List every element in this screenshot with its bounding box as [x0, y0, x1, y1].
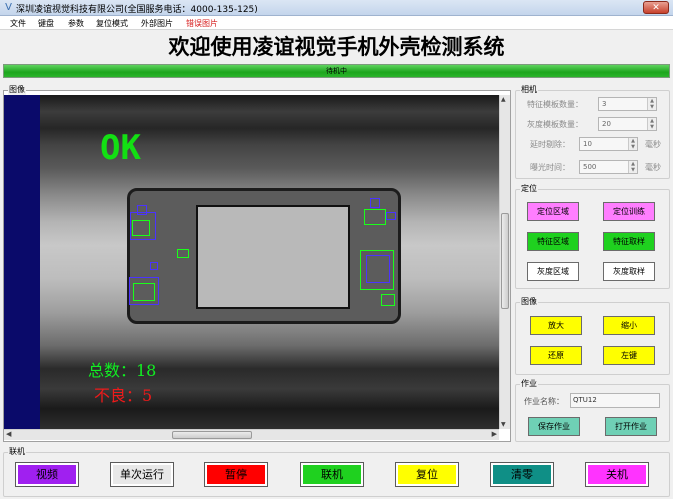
camera-panel-label: 相机: [520, 84, 538, 95]
reset-button[interactable]: 复位: [395, 462, 459, 487]
delay-reject-label: 延时剔除：: [530, 140, 570, 149]
delay-reject-input[interactable]: 10 ▲ ▼: [579, 137, 638, 151]
single-run-button[interactable]: 单次运行: [110, 462, 174, 487]
total-count: 总数：18: [88, 361, 157, 380]
menu-bar: 文件 键盘 参数 复位模式 外部图片 错误图片: [0, 16, 673, 30]
save-job-button[interactable]: 保存作业: [528, 417, 580, 436]
gray-region-button[interactable]: 灰度区域: [527, 262, 579, 281]
zoom-out-button[interactable]: 缩小: [603, 316, 655, 335]
locate-region-button[interactable]: 定位区域: [527, 202, 579, 221]
gray-template-count-input[interactable]: 20 ▲ ▼: [598, 117, 657, 131]
left-key-button[interactable]: 左键: [603, 346, 655, 365]
feature-template-count-value: 3: [602, 100, 607, 108]
scroll-up-icon[interactable]: ▲: [501, 96, 506, 103]
online-panel-label: 联机: [8, 446, 26, 457]
menu-error-images[interactable]: 错误图片: [186, 18, 218, 29]
zoom-in-button[interactable]: 放大: [530, 316, 582, 335]
locate-train-button[interactable]: 定位训练: [603, 202, 655, 221]
image-group-label: 图像: [8, 84, 26, 95]
detection-box: [364, 209, 386, 225]
detection-box: [129, 277, 159, 305]
feature-sample-button[interactable]: 特征取样: [603, 232, 655, 251]
clear-button[interactable]: 清零: [490, 462, 554, 487]
app-icon: V: [5, 2, 12, 13]
detection-box: [370, 198, 380, 208]
delay-unit: 毫秒: [645, 140, 661, 149]
exposure-time-value: 500: [583, 163, 597, 171]
inspection-result: OK: [100, 128, 141, 168]
spin-arrows-icon[interactable]: ▲ ▼: [628, 138, 637, 150]
menu-params[interactable]: 参数: [68, 18, 84, 29]
window-title: 深圳凌谊视觉科技有限公司(全国服务电话：4000-135-125): [16, 5, 258, 15]
menu-keyboard[interactable]: 键盘: [38, 18, 54, 29]
scroll-down-icon[interactable]: ▼: [501, 421, 506, 428]
spin-arrows-icon[interactable]: ▲ ▼: [647, 98, 656, 110]
bad-count: 不良：5: [94, 386, 153, 405]
spin-arrows-icon[interactable]: ▲ ▼: [647, 118, 656, 130]
online-button[interactable]: 联机: [300, 462, 364, 487]
video-button[interactable]: 视频: [15, 462, 79, 487]
page-title: 欢迎使用凌谊视觉手机外壳检测系统: [168, 34, 505, 59]
shutdown-button[interactable]: 关机: [585, 462, 649, 487]
image-ops-panel-label: 图像: [520, 296, 538, 307]
open-job-button[interactable]: 打开作业: [605, 417, 657, 436]
locate-panel-label: 定位: [520, 183, 538, 194]
scroll-right-icon[interactable]: ▶: [492, 430, 497, 438]
job-name-label: 作业名称：: [524, 397, 564, 406]
detection-box: [366, 255, 390, 283]
feature-template-count-input[interactable]: 3 ▲ ▼: [598, 97, 657, 111]
job-panel-label: 作业: [520, 378, 538, 389]
horizontal-scroll-thumb[interactable]: [172, 431, 252, 439]
close-button[interactable]: ✕: [643, 1, 669, 14]
vertical-scrollbar[interactable]: ▲ ▼: [499, 95, 510, 429]
menu-file[interactable]: 文件: [10, 18, 26, 29]
menu-external-images[interactable]: 外部图片: [141, 18, 173, 29]
detection-box: [177, 249, 189, 258]
feature-template-count-label: 特征模板数量：: [527, 100, 583, 109]
vertical-scroll-thumb[interactable]: [501, 213, 509, 309]
pause-button[interactable]: 暂停: [204, 462, 268, 487]
gray-template-count-label: 灰度模板数量：: [527, 120, 583, 129]
spin-arrows-icon[interactable]: ▲ ▼: [628, 161, 637, 173]
exposure-time-label: 曝光时间：: [530, 163, 570, 172]
job-name-input[interactable]: QTU12: [570, 393, 660, 408]
phone-screen-window: [196, 205, 350, 309]
detection-box: [381, 294, 395, 306]
menu-reset-mode[interactable]: 复位模式: [96, 18, 128, 29]
detection-box: [386, 212, 396, 220]
title-bar: V 深圳凌谊视觉科技有限公司(全国服务电话：4000-135-125) ✕: [0, 0, 673, 16]
exposure-time-input[interactable]: 500 ▲ ▼: [579, 160, 638, 174]
detection-box: [130, 212, 156, 240]
feature-region-button[interactable]: 特征区域: [527, 232, 579, 251]
delay-reject-value: 10: [583, 140, 592, 148]
gray-sample-button[interactable]: 灰度取样: [603, 262, 655, 281]
exposure-unit: 毫秒: [645, 163, 661, 172]
gray-template-count-value: 20: [602, 120, 611, 128]
restore-button[interactable]: 还原: [530, 346, 582, 365]
detection-box: [150, 262, 158, 270]
scroll-left-icon[interactable]: ◀: [6, 430, 11, 438]
horizontal-scrollbar[interactable]: ◀ ▶: [4, 429, 499, 440]
status-bar: 待机中: [3, 64, 670, 78]
